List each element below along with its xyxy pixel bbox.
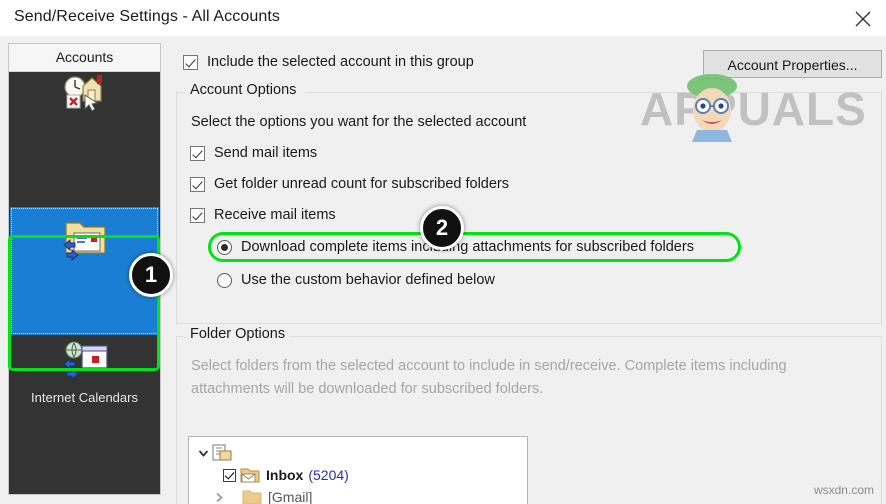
group-border-left (177, 336, 185, 337)
title-bar: Send/Receive Settings - All Accounts (0, 0, 886, 37)
get-unread-count-row[interactable]: Get folder unread count for subscribed f… (190, 176, 509, 192)
sidebar-item-internet-calendars[interactable]: Internet Calendars (10, 340, 159, 410)
include-account-checkbox[interactable] (183, 55, 198, 70)
accounts-panel-header: Accounts (9, 44, 160, 72)
inbox-checkbox[interactable] (223, 469, 236, 482)
tree-label: Inbox (266, 467, 303, 483)
folder-options-hint-line2: attachments will be downloaded for subsc… (191, 381, 543, 397)
get-unread-count-label: Get folder unread count for subscribed f… (214, 176, 509, 192)
folder-options-title: Folder Options (185, 326, 290, 342)
custom-behavior-row[interactable]: Use the custom behavior defined below (217, 272, 495, 288)
step-badge-2: 2 (420, 206, 464, 250)
source-watermark: wsxdn.com (814, 483, 874, 497)
group-border-right (290, 336, 881, 337)
calendar-sync-icon (10, 340, 159, 385)
custom-behavior-radio[interactable] (217, 273, 232, 288)
group-border-left (177, 92, 185, 93)
receive-mail-items-checkbox[interactable] (190, 208, 205, 223)
get-unread-count-checkbox[interactable] (190, 177, 205, 192)
receive-mail-items-row[interactable]: Receive mail items (190, 207, 336, 223)
tree-row[interactable]: [Gmail] (211, 486, 312, 504)
custom-behavior-label: Use the custom behavior defined below (241, 272, 495, 288)
account-mail-icon (212, 444, 232, 462)
chevron-down-icon[interactable] (195, 445, 212, 462)
account-options-title: Account Options (185, 82, 301, 98)
download-complete-items-label: Download complete items including attach… (241, 239, 694, 255)
send-mail-items-row[interactable]: Send mail items (190, 145, 317, 161)
account-options-hint: Select the options you want for the sele… (191, 114, 526, 130)
inbox-folder-icon (239, 467, 261, 484)
clock-house-error-icon (10, 73, 159, 120)
sidebar-item-label: Internet Calendars (10, 390, 159, 405)
settings-content: Include the selected account in this gro… (170, 36, 886, 504)
tree-label: [Gmail] (268, 489, 312, 504)
include-account-checkbox-row[interactable]: Include the selected account in this gro… (183, 54, 474, 70)
receive-mail-items-label: Receive mail items (214, 207, 336, 223)
tree-row[interactable] (195, 442, 238, 464)
download-complete-items-radio[interactable] (217, 240, 232, 255)
account-options-group: Account Options Select the options you w… (176, 92, 882, 324)
window-title: Send/Receive Settings - All Accounts (14, 8, 280, 26)
chevron-right-icon[interactable] (211, 489, 228, 504)
folder-options-hint-line1: Select folders from the selected account… (191, 358, 787, 374)
folder-icon (241, 489, 263, 504)
folder-tree[interactable]: Inbox (5204) (188, 436, 528, 504)
close-icon[interactable] (840, 0, 886, 34)
account-properties-button[interactable]: Account Properties... (703, 50, 882, 78)
send-mail-items-checkbox[interactable] (190, 146, 205, 161)
step-badge-1: 1 (129, 253, 173, 297)
inbox-unread-count: (5204) (308, 467, 348, 483)
tree-row[interactable]: Inbox (5204) (223, 464, 349, 486)
send-receive-settings-dialog: Send/Receive Settings - All Accounts Acc… (0, 0, 886, 504)
send-mail-items-label: Send mail items (214, 145, 317, 161)
close-glyph (855, 11, 871, 27)
group-border-right (305, 92, 881, 93)
folder-options-group: Folder Options Select folders from the s… (176, 336, 882, 504)
include-account-label: Include the selected account in this gro… (207, 54, 474, 70)
sidebar-item-account-0[interactable] (10, 73, 159, 168)
